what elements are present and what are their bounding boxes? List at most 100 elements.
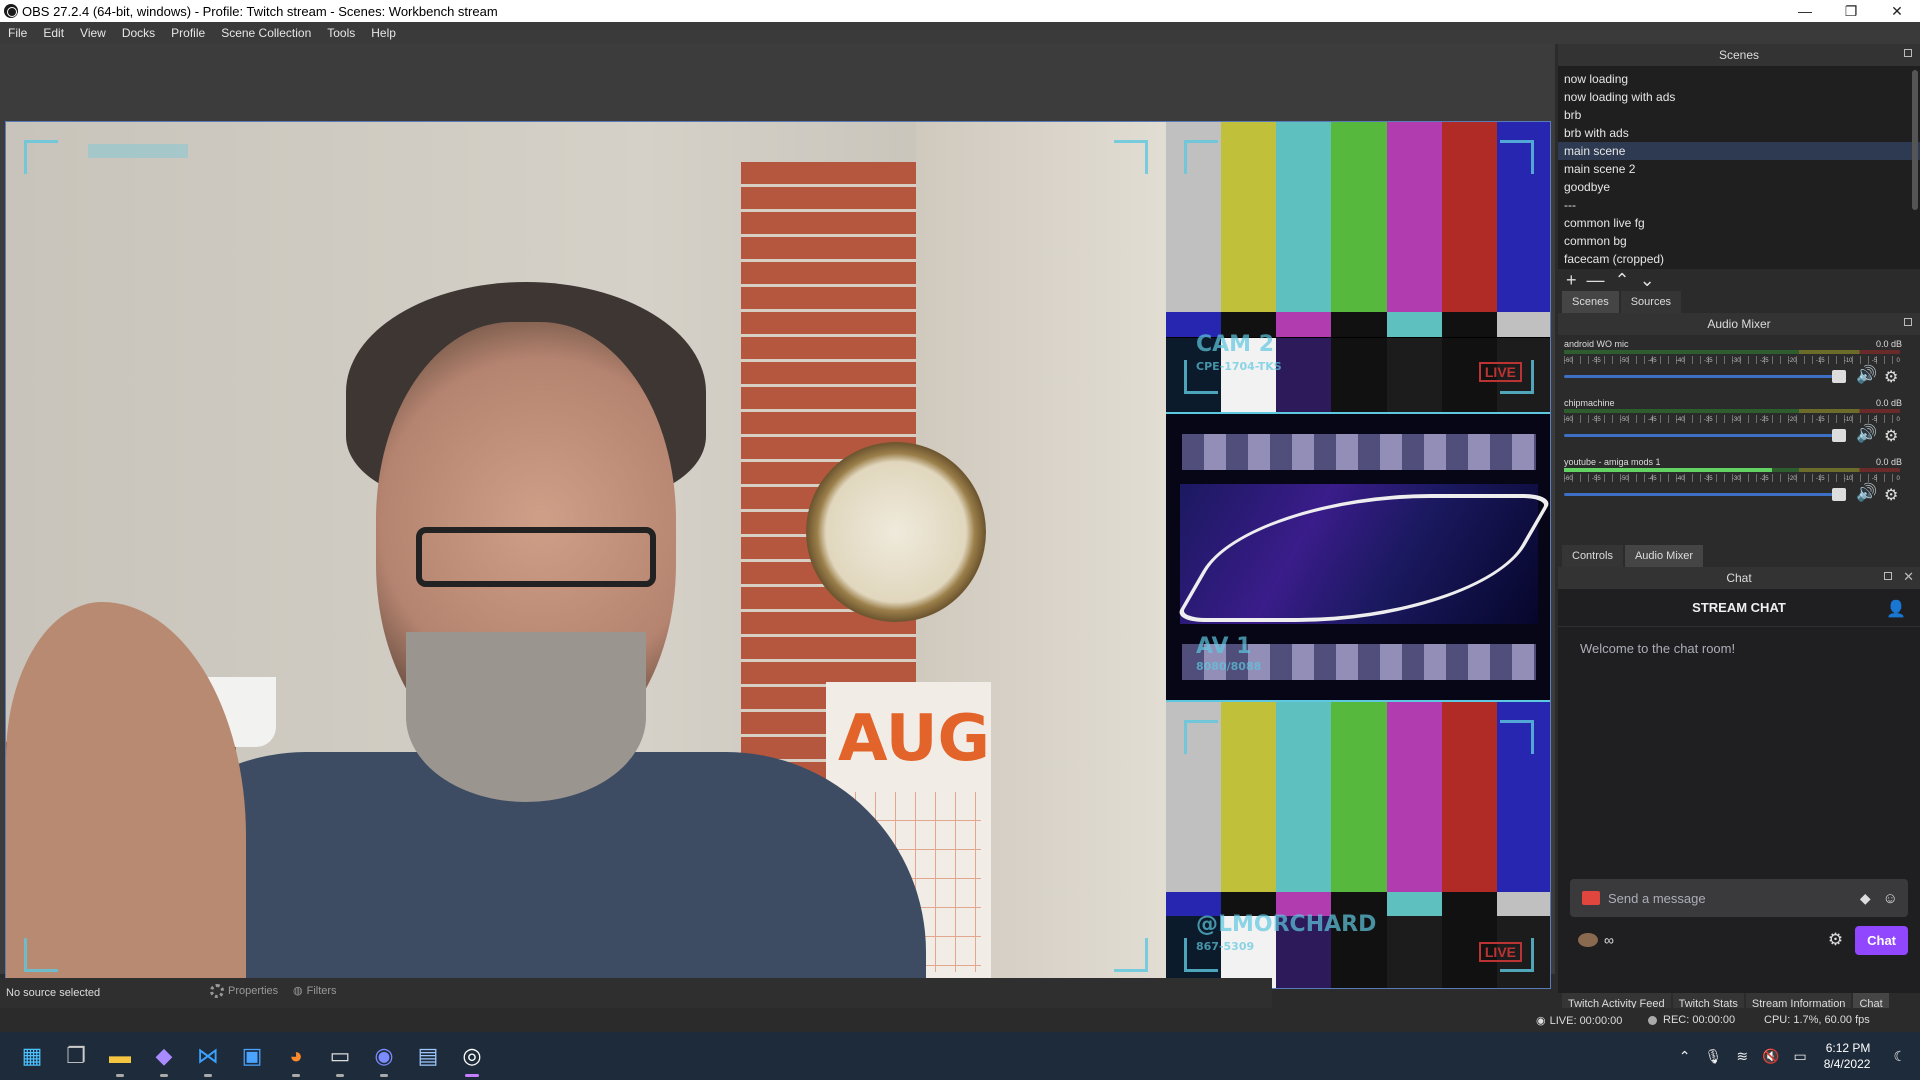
windows-start-icon[interactable]: ▦ xyxy=(10,1032,54,1080)
tick-label: -10 xyxy=(1843,358,1853,364)
filters-button[interactable]: ◍ Filters xyxy=(293,984,337,998)
minimize-button[interactable]: — xyxy=(1782,0,1828,22)
discord-icon[interactable]: ◉ xyxy=(362,1032,406,1080)
users-icon[interactable]: 👤 xyxy=(1886,599,1906,619)
scene-item[interactable]: goodbye xyxy=(1558,178,1920,196)
menu-file[interactable]: File xyxy=(0,26,35,40)
chevron-up-icon[interactable]: ⌃ xyxy=(1679,1048,1691,1065)
volume-slider[interactable] xyxy=(1564,370,1846,383)
scene-item[interactable]: main scene 2 xyxy=(1558,160,1920,178)
chat-dock-title: Chat ✕ xyxy=(1558,567,1920,589)
volume-muted-icon[interactable]: 🔇 xyxy=(1762,1048,1779,1065)
tick-label: -60 xyxy=(1564,476,1573,482)
speaker-icon[interactable]: 🔊 xyxy=(1856,483,1877,503)
volume-slider[interactable] xyxy=(1564,488,1846,501)
gear-icon[interactable]: ⚙ xyxy=(1884,426,1898,446)
taskbar: ▦ ❐ ▬ ◆ ⋈ ▣ ◕ ▭ ◉ ▤ ◎ ⌃ 🎙 ≋ 🔇 ▭ 6:12 PM … xyxy=(0,1032,1920,1080)
filters-label: Filters xyxy=(306,984,337,997)
close-icon[interactable]: ✕ xyxy=(1903,569,1914,585)
undock-icon[interactable] xyxy=(1904,318,1912,326)
window-app-icon[interactable]: ▣ xyxy=(230,1032,274,1080)
bits-icon[interactable]: ◆ xyxy=(1860,890,1871,907)
resource-monitor-icon[interactable]: ▤ xyxy=(406,1032,450,1080)
scene-item[interactable]: common bg xyxy=(1558,232,1920,250)
tab-audio-mixer[interactable]: Audio Mixer xyxy=(1624,545,1704,567)
gear-icon[interactable]: ⚙ xyxy=(1884,367,1898,387)
level-meter xyxy=(1564,409,1900,413)
scene-item[interactable]: brb xyxy=(1558,106,1920,124)
menu-help[interactable]: Help xyxy=(363,26,404,40)
tick-label: -45 xyxy=(1647,417,1657,423)
menu-edit[interactable]: Edit xyxy=(35,26,72,40)
running-indicator xyxy=(292,1074,300,1077)
message-placeholder: Send a message xyxy=(1608,890,1706,906)
menu-view[interactable]: View xyxy=(72,26,114,40)
add-scene-button[interactable]: + xyxy=(1566,270,1577,291)
source-toolbar: No source selected Properties ◍ Filters xyxy=(0,978,1272,1008)
notification-moon-icon[interactable]: ☾ xyxy=(1893,1048,1906,1065)
terminal-icon[interactable]: ▭ xyxy=(318,1032,362,1080)
gear-icon[interactable]: ⚙ xyxy=(1884,485,1898,505)
undock-icon[interactable] xyxy=(1884,572,1892,580)
running-indicator xyxy=(336,1074,344,1077)
volume-slider-thumb[interactable] xyxy=(1832,370,1846,383)
tick-label: -40 xyxy=(1675,417,1685,423)
video-icon[interactable] xyxy=(1582,891,1600,905)
volume-slider-thumb[interactable] xyxy=(1832,429,1846,442)
tick-label: -55 xyxy=(1591,417,1601,423)
tick-label: -25 xyxy=(1759,417,1769,423)
scene-item[interactable]: now loading xyxy=(1558,70,1920,88)
task-view-icon[interactable]: ❐ xyxy=(54,1032,98,1080)
microphone-icon[interactable]: 🎙 xyxy=(1705,1048,1723,1065)
program-preview[interactable]: AUG CAM 2 CPE-1704-TKS LIVE AV 1 8080/80… xyxy=(5,121,1551,989)
volume-slider[interactable] xyxy=(1564,429,1846,442)
properties-button[interactable]: Properties xyxy=(210,984,278,998)
menu-profile[interactable]: Profile xyxy=(163,26,213,40)
firefox-icon[interactable]: ◕ xyxy=(274,1032,318,1080)
scene-item-selected[interactable]: main scene xyxy=(1558,142,1920,160)
av1-panel: AV 1 8080/8088 xyxy=(1166,412,1550,702)
scene-list[interactable]: now loading now loading with ads brb brb… xyxy=(1558,66,1920,269)
menu-docks[interactable]: Docks xyxy=(114,26,163,40)
scenes-title: Scenes xyxy=(1718,48,1760,62)
channel-points-icon[interactable] xyxy=(1578,933,1598,947)
mixer-tabs: Controls Audio Mixer xyxy=(1558,545,1920,567)
chat-header-title: STREAM CHAT xyxy=(1692,600,1786,615)
maximize-button[interactable]: ❐ xyxy=(1828,0,1874,22)
frame-corner xyxy=(1500,140,1534,174)
scene-item[interactable]: facecam (cropped) xyxy=(1558,250,1920,268)
move-scene-down-button[interactable]: ⌄ xyxy=(1640,270,1655,291)
av-strip-top xyxy=(1182,434,1536,470)
obs-taskbar-icon[interactable]: ◎ xyxy=(450,1032,494,1080)
scene-item[interactable]: --- xyxy=(1558,196,1920,214)
menu-tools[interactable]: Tools xyxy=(319,26,363,40)
emote-icon[interactable]: ☺ xyxy=(1883,890,1898,907)
undock-icon[interactable] xyxy=(1904,49,1912,57)
move-scene-up-button[interactable]: ⌃ xyxy=(1615,270,1630,291)
battery-icon[interactable]: ▭ xyxy=(1793,1048,1806,1065)
speaker-icon[interactable]: 🔊 xyxy=(1856,424,1877,444)
taskbar-clock[interactable]: 6:12 PM 8/4/2022 xyxy=(1824,1040,1871,1072)
chat-send-button[interactable]: Chat xyxy=(1855,925,1908,955)
tab-sources[interactable]: Sources xyxy=(1620,291,1682,313)
scene-item[interactable]: now loading with ads xyxy=(1558,88,1920,106)
volume-slider-thumb[interactable] xyxy=(1832,488,1846,501)
tab-controls[interactable]: Controls xyxy=(1562,545,1623,567)
chat-panel: STREAM CHAT 👤 Welcome to the chat room! … xyxy=(1558,589,1920,993)
menu-scene-collection[interactable]: Scene Collection xyxy=(213,26,319,40)
message-input[interactable]: Send a message ◆ ☺ xyxy=(1570,879,1908,917)
vscode-icon[interactable]: ⋈ xyxy=(186,1032,230,1080)
tab-scenes[interactable]: Scenes xyxy=(1562,291,1619,313)
chat-settings-icon[interactable]: ⚙ xyxy=(1828,930,1843,950)
tick-label: -5 xyxy=(1871,476,1878,482)
right-dock: Scenes now loading now loading with ads … xyxy=(1558,44,1920,1015)
speaker-icon[interactable]: 🔊 xyxy=(1856,365,1877,385)
scene-item[interactable]: common live fg xyxy=(1558,214,1920,232)
scene-item[interactable]: brb with ads xyxy=(1558,124,1920,142)
file-explorer-icon[interactable]: ▬ xyxy=(98,1032,142,1080)
obsidian-icon[interactable]: ◆ xyxy=(142,1032,186,1080)
remove-scene-button[interactable]: — xyxy=(1587,270,1605,291)
wifi-icon[interactable]: ≋ xyxy=(1736,1048,1748,1065)
close-button[interactable]: ✕ xyxy=(1874,0,1920,22)
scene-list-scrollbar[interactable] xyxy=(1912,70,1918,210)
